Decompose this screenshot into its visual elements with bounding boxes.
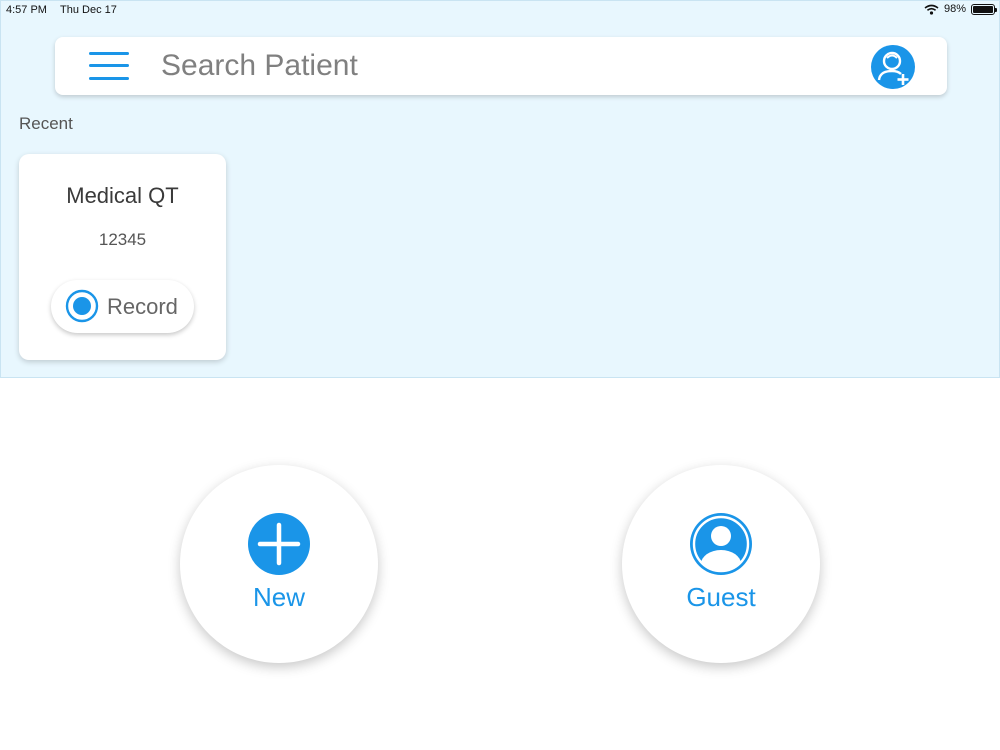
record-icon bbox=[65, 289, 99, 323]
search-bar bbox=[55, 37, 947, 95]
new-patient-button[interactable]: New bbox=[180, 465, 378, 663]
search-input[interactable] bbox=[161, 46, 841, 86]
recent-panel: 4:57 PM Thu Dec 17 98% Search Patient Re… bbox=[0, 0, 1000, 378]
status-right: 98% bbox=[924, 3, 997, 15]
wifi-icon bbox=[924, 4, 939, 15]
battery-percent: 98% bbox=[943, 3, 966, 15]
patient-id: 12345 bbox=[98, 230, 147, 249]
user-icon bbox=[690, 513, 752, 575]
record-label: Record bbox=[107, 294, 178, 319]
new-label: New bbox=[252, 582, 305, 612]
hamburger-menu-icon[interactable] bbox=[89, 50, 129, 82]
add-doctor-icon[interactable] bbox=[870, 44, 916, 90]
recent-label: Recent bbox=[19, 114, 73, 133]
battery-level bbox=[973, 5, 993, 13]
guest-label: Guest bbox=[686, 582, 756, 612]
patient-card[interactable]: Medical QT 12345 Record bbox=[19, 154, 226, 360]
app-screen: 4:57 PM Thu Dec 17 98% Search Patient Re… bbox=[0, 0, 1000, 750]
plus-icon bbox=[248, 513, 310, 575]
status-date: Thu Dec 17 bbox=[60, 4, 117, 16]
patient-name: Medical QT bbox=[66, 183, 179, 208]
record-button[interactable]: Record bbox=[51, 280, 194, 333]
status-time: 4:57 PM bbox=[6, 4, 47, 16]
status-bar: 4:57 PM Thu Dec 17 98% bbox=[1, 1, 1000, 19]
guest-button[interactable]: Guest bbox=[622, 465, 820, 663]
battery-icon bbox=[971, 3, 997, 15]
